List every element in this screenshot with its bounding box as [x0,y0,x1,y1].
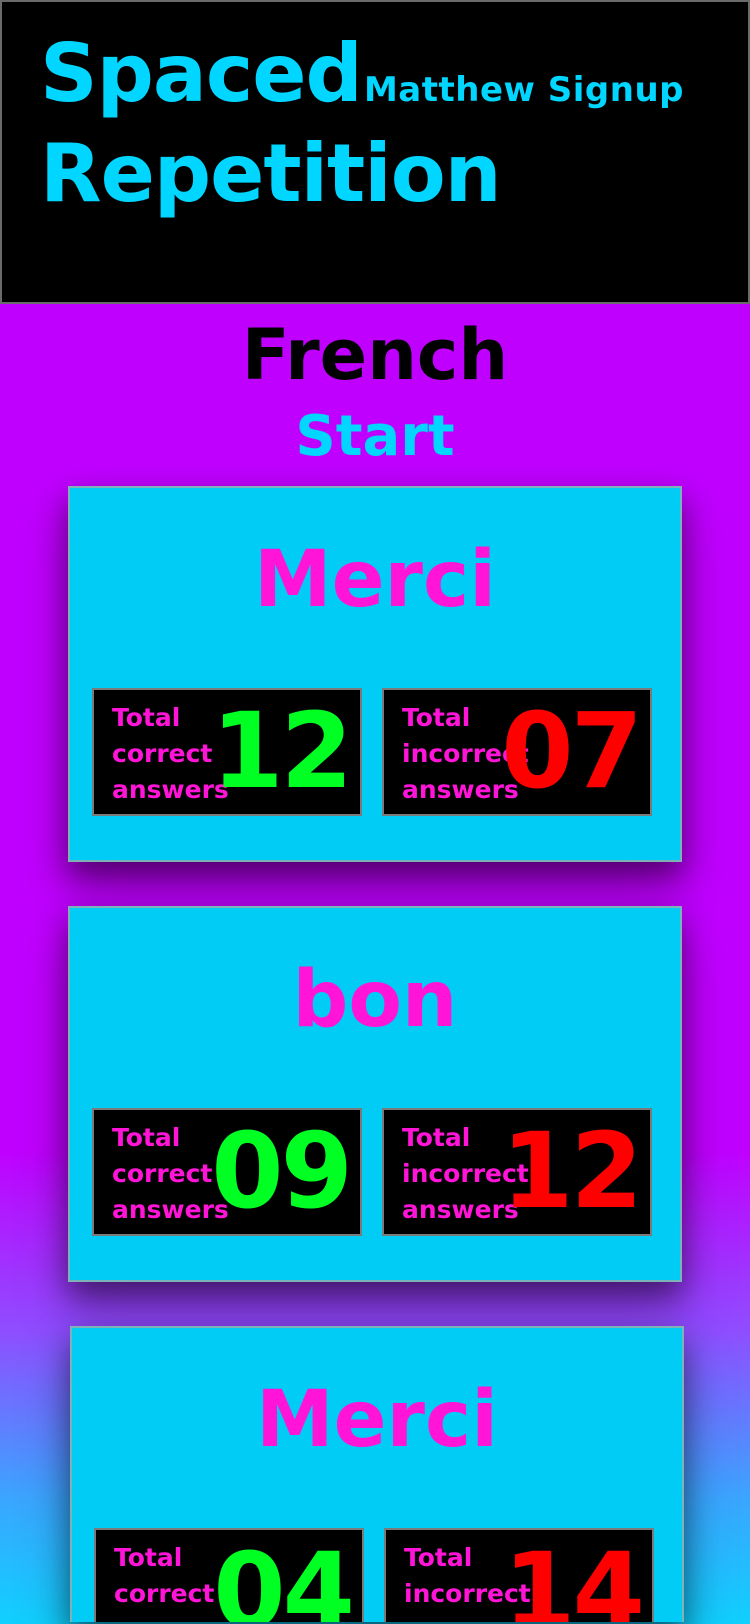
word-text: Merci [254,535,496,625]
word-text: bon [292,955,458,1045]
word-text: Merci [256,1375,498,1465]
incorrect-answers-count: 12 [501,1110,643,1232]
user-signup-link[interactable]: Matthew Signup [364,68,684,112]
correct-answers-count: 04 [213,1530,355,1622]
correct-answers-box: Total correct answers 12 [92,688,362,816]
start-button[interactable]: Start [0,402,750,472]
app-title-line-2[interactable]: Repetition [40,127,502,220]
app-title-line-1[interactable]: Spaced [40,27,363,120]
incorrect-answers-count: 14 [503,1530,645,1622]
incorrect-answers-box: Total incorrect answers 12 [382,1108,652,1236]
app-title[interactable]: Spaced Repetition [40,24,502,224]
word-card: Merci Total correct answers 04 Total inc… [70,1326,684,1622]
word-card: Merci Total correct answers 12 Total inc… [68,486,682,862]
correct-answers-count: 09 [211,1110,353,1232]
incorrect-answers-box: Total incorrect answers 14 [384,1528,654,1622]
incorrect-answers-count: 07 [501,690,643,812]
app-header: Spaced Repetition Matthew Signup [0,0,750,304]
incorrect-answers-box: Total incorrect answers 07 [382,688,652,816]
correct-answers-box: Total correct answers 09 [92,1108,362,1236]
correct-answers-box: Total correct answers 04 [94,1528,364,1622]
word-card: bon Total correct answers 09 Total incor… [68,906,682,1282]
correct-answers-count: 12 [211,690,353,812]
language-title: French [241,314,509,396]
